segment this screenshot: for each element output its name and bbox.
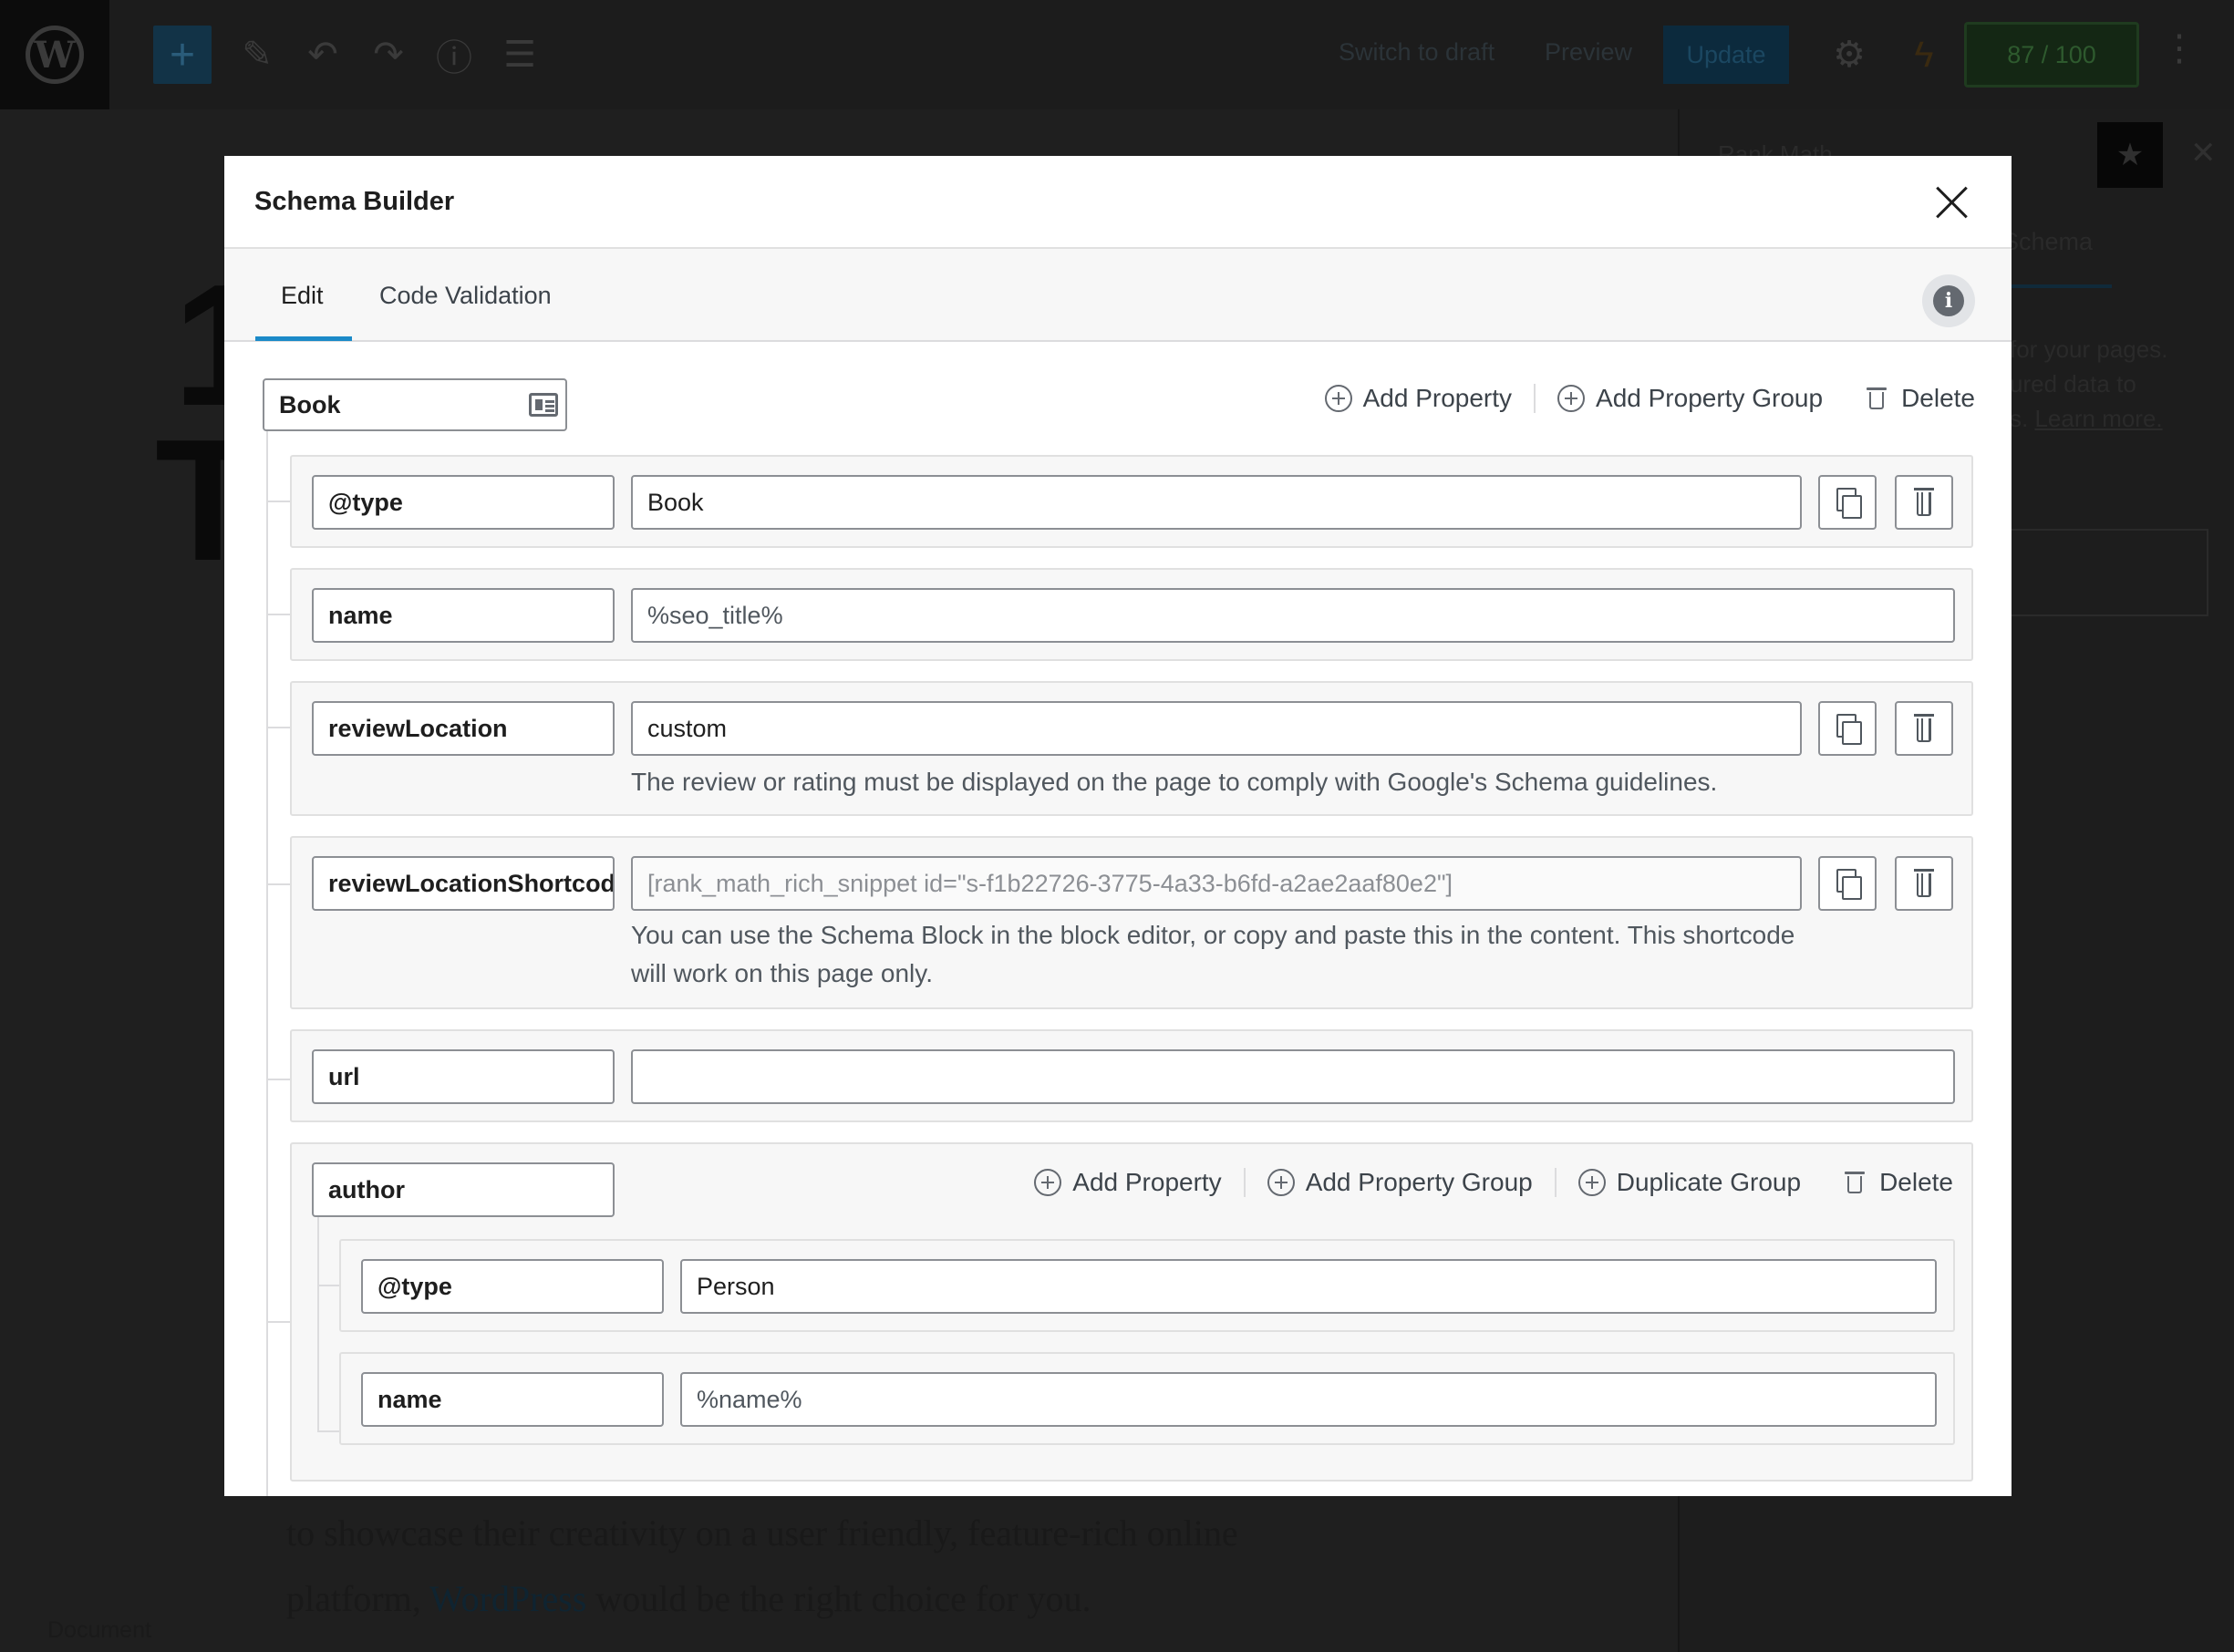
bg-paragraph-line-1: to showcase their creativity on a user f… <box>286 1513 1238 1554</box>
learn-more-link[interactable]: Learn more. <box>2034 405 2162 432</box>
tab-edit[interactable]: Edit <box>281 282 324 310</box>
property-key-input[interactable]: @type <box>361 1259 664 1314</box>
property-value-input[interactable]: %seo_title% <box>631 588 1955 643</box>
group-key-input[interactable]: author <box>312 1162 615 1217</box>
duplicate-property-icon[interactable] <box>1818 701 1877 756</box>
more-options-icon[interactable]: ⋮ <box>2161 27 2198 69</box>
sidebar-text-line-3: s. Learn more. <box>2010 405 2163 432</box>
property-row-type: @type Book <box>290 455 1973 548</box>
schema-card <box>2008 529 2208 616</box>
delete-property-icon[interactable] <box>1895 475 1953 530</box>
group-actions: Add Property Add Property Group Duplicat… <box>1034 1168 1953 1197</box>
trash-icon <box>1867 386 1888 411</box>
info-icon: i <box>1933 285 1964 316</box>
property-help-text: The review or rating must be displayed o… <box>631 768 1718 796</box>
close-icon[interactable] <box>1929 180 1975 225</box>
tree-branch <box>266 883 290 885</box>
delete-property-icon[interactable] <box>1895 856 1953 911</box>
add-property-button[interactable]: Add Property <box>1324 384 1534 413</box>
shortcode-readonly-input[interactable]: [rank_math_rich_snippet id="s-f1b22726-3… <box>631 856 1802 911</box>
add-block-icon[interactable]: + <box>153 26 212 84</box>
sidebar-text-line-2: ured data to <box>2010 370 2136 398</box>
seo-score-button[interactable]: 87 / 100 <box>1964 22 2139 88</box>
tree-branch <box>317 1285 339 1286</box>
property-group-author: author Add Property Add Property Group D… <box>290 1142 1973 1482</box>
add-property-button[interactable]: Add Property <box>1034 1168 1243 1197</box>
delete-schema-button[interactable]: Delete <box>1845 384 1975 413</box>
modal-tabs: Edit Code Validation i <box>224 249 2012 342</box>
property-value-input[interactable] <box>631 1049 1955 1104</box>
document-breadcrumb[interactable]: Document <box>47 1617 151 1644</box>
modal-header: Schema Builder <box>224 156 2012 249</box>
root-schema-name[interactable]: Book <box>263 378 567 431</box>
plus-circle-icon <box>1034 1169 1062 1196</box>
tree-branch <box>317 1430 339 1432</box>
tab-schema[interactable]: Schema <box>2002 228 2093 256</box>
author-property-row-type: @type Person <box>339 1239 1955 1332</box>
root-actions: Add Property Add Property Group Delete <box>1324 384 1975 413</box>
tree-branch <box>266 1321 290 1323</box>
id-card-icon <box>529 393 558 417</box>
property-key-input[interactable]: reviewLocationShortcode <box>312 856 615 911</box>
undo-icon[interactable]: ↶ <box>294 26 352 84</box>
property-help-text: You can use the Schema Block in the bloc… <box>631 921 1795 987</box>
plus-circle-icon <box>1324 385 1352 412</box>
delete-group-button[interactable]: Delete <box>1823 1168 1953 1197</box>
property-key-input[interactable]: reviewLocation <box>312 701 615 756</box>
tab-code-validation[interactable]: Code Validation <box>379 282 552 310</box>
lightning-icon[interactable]: ϟ <box>1895 26 1953 84</box>
trash-icon <box>1845 1170 1866 1195</box>
property-key-input[interactable]: name <box>361 1372 664 1427</box>
preview-button[interactable]: Preview <box>1545 38 1632 67</box>
property-row-review-location-shortcode: reviewLocationShortcode [rank_math_rich_… <box>290 836 1973 1009</box>
modal-title: Schema Builder <box>254 187 455 216</box>
property-row-url: url <box>290 1029 1973 1122</box>
tree-branch <box>266 1079 290 1080</box>
wordpress-logo-icon[interactable]: W <box>0 0 109 109</box>
property-value-input[interactable]: %name% <box>680 1372 1937 1427</box>
info-icon[interactable]: ⓘ <box>425 26 483 84</box>
duplicate-group-button[interactable]: Duplicate Group <box>1554 1168 1823 1197</box>
star-icon[interactable]: ★ <box>2097 122 2163 188</box>
plus-circle-icon <box>1577 1169 1606 1196</box>
tree-connector <box>266 431 268 1496</box>
copy-shortcode-icon[interactable] <box>1818 856 1877 911</box>
list-view-icon[interactable]: ☰ <box>491 26 549 84</box>
duplicate-property-icon[interactable] <box>1818 475 1877 530</box>
add-property-group-button[interactable]: Add Property Group <box>1534 384 1845 413</box>
update-button[interactable]: Update <box>1663 26 1789 84</box>
property-value-input[interactable]: Book <box>631 475 1802 530</box>
property-key-input[interactable]: @type <box>312 475 615 530</box>
tree-branch <box>266 614 290 615</box>
property-key-input[interactable]: url <box>312 1049 615 1104</box>
sidebar-text-line-1: for your pages. <box>2010 336 2168 363</box>
active-tab-indicator <box>255 336 352 341</box>
property-value-input[interactable]: Person <box>680 1259 1937 1314</box>
tree-branch <box>266 727 290 728</box>
tree-connector <box>317 1217 319 1432</box>
property-row-review-location: reviewLocation custom The review or rati… <box>290 681 1973 816</box>
property-key-input[interactable]: name <box>312 588 615 643</box>
bg-paragraph-line-2: platform, WordPress would be the right c… <box>286 1578 1091 1619</box>
info-button[interactable]: i <box>1922 274 1975 327</box>
property-row-name: name %seo_title% <box>290 568 1973 661</box>
plus-circle-icon <box>1267 1169 1295 1196</box>
gear-icon[interactable]: ⚙ <box>1820 26 1878 84</box>
property-value-input[interactable]: custom <box>631 701 1802 756</box>
redo-icon[interactable]: ↷ <box>359 26 418 84</box>
delete-property-icon[interactable] <box>1895 701 1953 756</box>
add-property-group-button[interactable]: Add Property Group <box>1243 1168 1555 1197</box>
author-property-row-name: name %name% <box>339 1352 1955 1445</box>
plus-circle-icon <box>1557 385 1586 412</box>
schema-editor-body: Book Add Property Add Property Group Del… <box>224 344 2012 1496</box>
switch-to-draft-button[interactable]: Switch to draft <box>1339 38 1495 67</box>
sidebar-close-icon[interactable]: ✕ <box>2190 135 2217 171</box>
schema-builder-modal: Schema Builder Edit Code Validation i Bo… <box>224 156 2012 1496</box>
tree-branch <box>266 501 290 502</box>
pencil-icon[interactable]: ✎ <box>228 26 286 84</box>
tab-schema-underline <box>2002 284 2112 288</box>
editor-toolbar: W + ✎ ↶ ↷ ⓘ ☰ Switch to draft Preview Up… <box>0 0 2234 109</box>
